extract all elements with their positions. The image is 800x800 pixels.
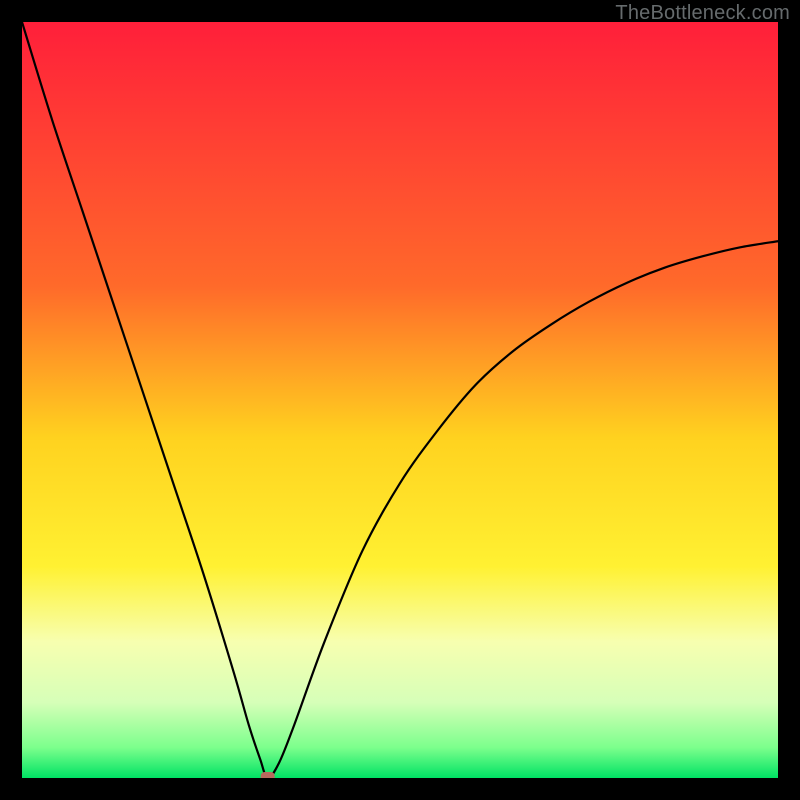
optimal-marker — [261, 772, 275, 778]
chart-frame: TheBottleneck.com — [0, 0, 800, 800]
chart-background — [22, 22, 778, 778]
bottleneck-chart — [22, 22, 778, 778]
watermark-label: TheBottleneck.com — [615, 2, 790, 25]
